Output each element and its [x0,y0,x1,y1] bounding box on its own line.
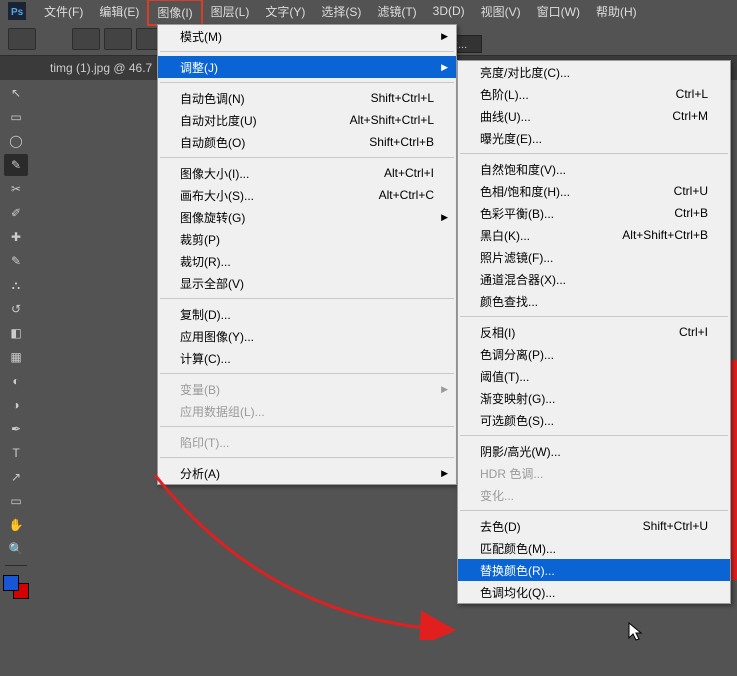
dodge-tool[interactable]: ◑ [4,394,28,416]
menu-item-variations: 变化... [458,484,730,506]
submenu-arrow-icon: ▶ [441,468,448,479]
menu-layer[interactable]: 图层(L) [203,0,258,23]
pen-tool[interactable]: ✒ [4,418,28,440]
menu-view[interactable]: 视图(V) [473,0,529,23]
menu-item-mode[interactable]: 模式(M)▶ [158,25,456,47]
menu-window[interactable]: 窗口(W) [529,0,588,23]
submenu-arrow-icon: ▶ [441,62,448,73]
lasso-tool[interactable]: ◯ [4,130,28,152]
ps-logo-icon: Ps [8,2,26,20]
opt-btn-2[interactable] [104,28,132,50]
menu-item-selective-color[interactable]: 可选颜色(S)... [458,409,730,431]
menu-item-crop[interactable]: 裁剪(P) [158,228,456,250]
menu-item-apply-dataset: 应用数据组(L)... [158,400,456,422]
menu-item-posterize[interactable]: 色调分离(P)... [458,343,730,365]
menu-item-trap: 陷印(T)... [158,431,456,453]
menu-item-auto-contrast[interactable]: 自动对比度(U)Alt+Shift+Ctrl+L [158,109,456,131]
heal-tool[interactable]: ✚ [4,226,28,248]
menu-item-photo-filter[interactable]: 照片滤镜(F)... [458,246,730,268]
zoom-tool[interactable]: 🔍 [4,538,28,560]
menu-item-duplicate[interactable]: 复制(D)... [158,303,456,325]
menu-help[interactable]: 帮助(H) [588,0,645,23]
menu-item-reveal-all[interactable]: 显示全部(V) [158,272,456,294]
menu-item-exposure[interactable]: 曝光度(E)... [458,127,730,149]
fg-color-icon[interactable] [3,575,19,591]
menubar: Ps 文件(F) 编辑(E) 图像(I) 图层(L) 文字(Y) 选择(S) 滤… [0,0,737,22]
menu-item-auto-color[interactable]: 自动颜色(O)Shift+Ctrl+B [158,131,456,153]
color-swatch[interactable] [3,575,29,599]
move-tool[interactable]: ↖ [4,82,28,104]
menu-item-image-size[interactable]: 图像大小(I)...Alt+Ctrl+I [158,162,456,184]
mouse-cursor-icon [628,622,644,647]
menu-edit[interactable]: 编辑(E) [91,0,147,23]
submenu-arrow-icon: ▶ [441,384,448,395]
menu-item-equalize[interactable]: 色调均化(Q)... [458,581,730,603]
menu-3d[interactable]: 3D(D) [425,1,473,21]
document-tab[interactable]: timg (1).jpg @ 46.7 [40,58,162,78]
menu-item-calculations[interactable]: 计算(C)... [158,347,456,369]
history-brush-tool[interactable]: ↺ [4,298,28,320]
tool-preset-button[interactable] [8,28,36,50]
menu-image[interactable]: 图像(I) [147,0,202,26]
toolbox: ↖ ▭ ◯ ✎ ✂ ✐ ✚ ✎ ⛬ ↺ ◧ ▦ ◐ ◑ ✒ T ↗ ▭ ✋ 🔍 [0,80,32,601]
submenu-arrow-icon: ▶ [441,212,448,223]
submenu-arrow-icon: ▶ [441,31,448,42]
menu-type[interactable]: 文字(Y) [257,0,313,23]
menu-item-invert[interactable]: 反相(I)Ctrl+I [458,321,730,343]
menu-item-apply-image[interactable]: 应用图像(Y)... [158,325,456,347]
svg-text:Ps: Ps [11,7,24,18]
menu-item-hue-saturation[interactable]: 色相/饱和度(H)...Ctrl+U [458,180,730,202]
menu-item-gradient-map[interactable]: 渐变映射(G)... [458,387,730,409]
menu-item-match-color[interactable]: 匹配颜色(M)... [458,537,730,559]
opt-btn-1[interactable] [72,28,100,50]
menu-item-black-white[interactable]: 黑白(K)...Alt+Shift+Ctrl+B [458,224,730,246]
menu-item-desaturate[interactable]: 去色(D)Shift+Ctrl+U [458,515,730,537]
menu-item-color-lookup[interactable]: 颜色查找... [458,290,730,312]
menu-select[interactable]: 选择(S) [313,0,369,23]
crop-tool[interactable]: ✂ [4,178,28,200]
eraser-tool[interactable]: ◧ [4,322,28,344]
shape-tool[interactable]: ▭ [4,490,28,512]
menu-item-vibrance[interactable]: 自然饱和度(V)... [458,158,730,180]
menu-item-adjustments[interactable]: 调整(J)▶ [158,56,456,78]
menu-item-auto-tone[interactable]: 自动色调(N)Shift+Ctrl+L [158,87,456,109]
brush-tool[interactable]: ✎ [4,250,28,272]
menu-item-channel-mixer[interactable]: 通道混合器(X)... [458,268,730,290]
quick-select-tool[interactable]: ✎ [4,154,28,176]
annotation-arrow-icon [150,470,480,640]
image-menu: 模式(M)▶ 调整(J)▶ 自动色调(N)Shift+Ctrl+L 自动对比度(… [157,24,457,485]
menu-item-canvas-size[interactable]: 画布大小(S)...Alt+Ctrl+C [158,184,456,206]
menu-item-analysis[interactable]: 分析(A)▶ [158,462,456,484]
blur-tool[interactable]: ◐ [4,370,28,392]
menu-item-shadows-highlights[interactable]: 阴影/高光(W)... [458,440,730,462]
menu-item-curves[interactable]: 曲线(U)...Ctrl+M [458,105,730,127]
menu-item-levels[interactable]: 色阶(L)...Ctrl+L [458,83,730,105]
stamp-tool[interactable]: ⛬ [4,274,28,296]
eyedropper-tool[interactable]: ✐ [4,202,28,224]
path-select-tool[interactable]: ↗ [4,466,28,488]
menu-item-hdr-toning[interactable]: HDR 色调... [458,462,730,484]
menu-item-brightness-contrast[interactable]: 亮度/对比度(C)... [458,61,730,83]
menu-item-trim[interactable]: 裁切(R)... [158,250,456,272]
menu-item-threshold[interactable]: 阈值(T)... [458,365,730,387]
menu-item-image-rotation[interactable]: 图像旋转(G)▶ [158,206,456,228]
menu-filter[interactable]: 滤镜(T) [369,0,424,23]
menu-file[interactable]: 文件(F) [36,0,91,23]
gradient-tool[interactable]: ▦ [4,346,28,368]
adjustments-submenu: 亮度/对比度(C)... 色阶(L)...Ctrl+L 曲线(U)...Ctrl… [457,60,731,604]
menu-item-replace-color[interactable]: 替换颜色(R)... [458,559,730,581]
hand-tool[interactable]: ✋ [4,514,28,536]
marquee-tool[interactable]: ▭ [4,106,28,128]
type-tool[interactable]: T [4,442,28,464]
menu-item-variables: 变量(B)▶ [158,378,456,400]
menu-item-color-balance[interactable]: 色彩平衡(B)...Ctrl+B [458,202,730,224]
